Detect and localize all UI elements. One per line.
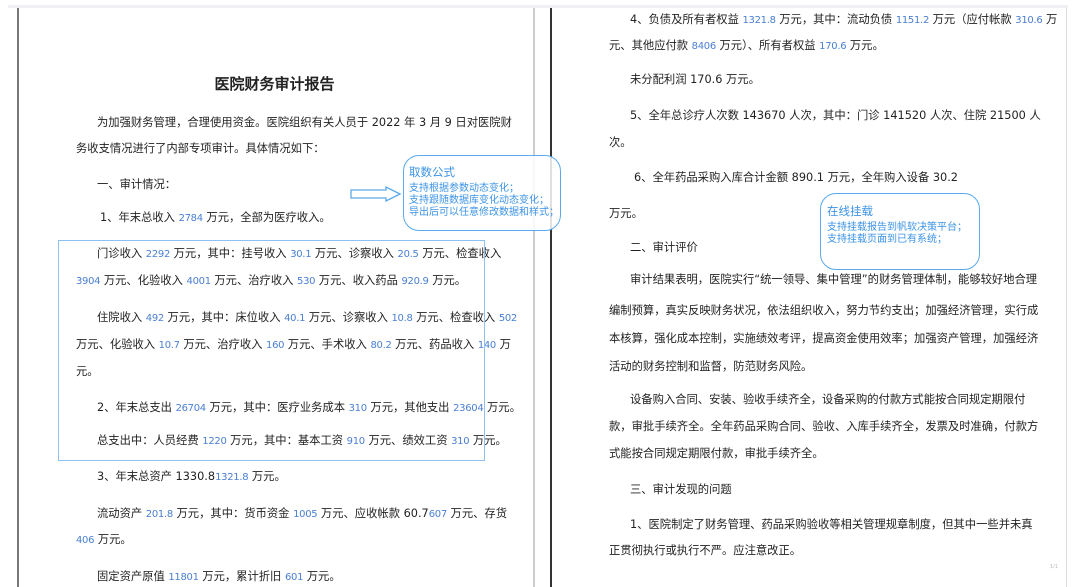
text-segment: 未分配利润 170.6 万元。: [630, 73, 760, 86]
text-segment: 万元，累计折旧: [198, 570, 285, 583]
text-segment: 流动资产: [97, 507, 146, 520]
text-segment: 款，审批手续齐全。全年药品采购合同、验收、入库手续齐全，发票及时准确，付款方: [609, 420, 1039, 433]
mount-callout: 在线挂载 支持挂载报告到帆软决策平台； 支持挂载页面到已有系统；: [820, 193, 980, 270]
text-segment: 万: [1042, 13, 1058, 26]
text-segment: 三、审计发现的问题: [630, 483, 732, 496]
dynamic-value: 11801: [168, 572, 199, 583]
paragraph-line: 万元。: [609, 207, 643, 221]
text-segment: 医院财务审计报告: [214, 75, 335, 93]
text-segment: 1、年末总收入: [100, 211, 179, 224]
report-page-right: [550, 8, 1067, 587]
callout-item: 支持挂载报告到帆软决策平台；: [827, 222, 967, 233]
formula-callout: 取数公式 支持根据参数动态变化； 支持跟随数据库变化动态变化； 导出后可以任意修…: [403, 155, 561, 231]
dynamic-value: 406: [76, 535, 95, 546]
text-segment: 万元，全部为医疗收入。: [202, 211, 331, 224]
text-segment: 6、全年药品采购入库合计金额 890.1 万元，全年购入设备 30.2: [634, 171, 958, 184]
paragraph-line: 款，审批手续齐全。全年药品采购合同、验收、入库手续齐全，发票及时准确，付款方: [609, 420, 1038, 434]
paragraph-line: 5、全年总诊疗人次数 143670 人次，其中：门诊 141520 人次、住院 …: [630, 109, 1041, 123]
paragraph-line: 二、审计评价: [630, 241, 698, 255]
page-indicator: 1/1: [1050, 564, 1059, 570]
text-segment: 活动的财务控制和监督，防范财务风险。: [609, 360, 813, 373]
paragraph-line: 务收支情况进行了内部专项审计。具体情况如下：: [76, 142, 325, 156]
text-segment: 设备购入合同、安装、验收手续齐全，设备采购的付款方式能按合同规定期限付: [630, 393, 1026, 406]
paragraph-line: 3、年末总资产 1330.81321.8 万元。: [97, 470, 286, 485]
text-segment: 万元、应收帐款 60.7: [317, 507, 429, 520]
text-segment: 正贯彻执行或执行不严。应注意改正。: [609, 544, 802, 557]
text-segment: 万元。: [303, 570, 341, 583]
dynamic-value: 607: [428, 509, 447, 520]
text-segment: 万元、存货: [446, 507, 508, 520]
text-segment: 万元。: [846, 39, 884, 52]
dynamic-value: 2784: [178, 213, 204, 224]
paragraph-line: 406 万元。: [76, 533, 132, 548]
text-segment: 为加强财务管理，合理使用资金。医院组织有关人员于 2022 年 3 月 9 日对…: [97, 116, 512, 129]
dynamic-value: 201.8: [145, 509, 173, 520]
text-segment: 万元）、所有者权益: [715, 39, 820, 52]
text-segment: 4、负债及所有者权益: [630, 13, 743, 26]
dynamic-value: 8406: [691, 41, 717, 52]
paragraph-line: 三、审计发现的问题: [630, 483, 732, 497]
paragraph-line: 式能按合同规定期限付款，审批手续齐全。: [609, 447, 824, 461]
paragraph-line: 4、负债及所有者权益 1321.8 万元，其中：流动负债 1151.2 万元（应…: [630, 13, 1057, 28]
paragraph-line: 为加强财务管理，合理使用资金。医院组织有关人员于 2022 年 3 月 9 日对…: [97, 116, 512, 130]
report-title: 医院财务审计报告: [18, 75, 531, 93]
text-segment: 3、年末总资产 1330.8: [97, 470, 216, 483]
paragraph-line: 活动的财务控制和监督，防范财务风险。: [609, 360, 812, 374]
paragraph-line: 本核算，强化成本控制，实施绩效考评，提高资金使用效率；加强资产管理，加强经济: [609, 332, 1038, 346]
text-segment: 万元，其中：货币资金: [172, 507, 294, 520]
callout-item: 支持跟随数据库变化动态变化；: [409, 195, 549, 206]
callout-title: 取数公式: [409, 165, 455, 179]
paragraph-line: 审计结果表明，医院实行“统一领导、集中管理”的财务管理体制，能够较好地合理: [630, 273, 1037, 287]
text-segment: 万: [496, 338, 511, 351]
text-segment: 万元。: [483, 401, 521, 414]
text-segment: 5、全年总诊疗人次数 143670 人次，其中：门诊 141520 人次、住院 …: [630, 109, 1041, 122]
text-segment: 万元（应付帐款: [929, 13, 1016, 26]
paragraph-line: 1、年末总收入 2784 万元，全部为医疗收入。: [100, 211, 331, 226]
arrow-right-icon: [350, 186, 402, 202]
paragraph-line: 编制预算，真实反映财务状况，依法组织收入，努力节约支出；加强经济管理，实行成: [609, 304, 1038, 318]
dynamic-value: 1151.2: [895, 15, 930, 26]
text-segment: 万元。: [248, 470, 286, 483]
paragraph-line: 一、审计情况：: [97, 178, 176, 192]
dynamic-data-highlight-box: [58, 240, 485, 461]
text-segment: 万元，其中：流动负债: [775, 13, 896, 26]
paragraph-line: 未分配利润 170.6 万元。: [630, 73, 760, 87]
text-segment: 编制预算，真实反映财务状况，依法组织收入，努力节约支出；加强经济管理，实行成: [609, 304, 1039, 317]
text-segment: 审计结果表明，医院实行“统一领导、集中管理”的财务管理体制，能够较好地合理: [630, 273, 1038, 286]
text-segment: 本核算，强化成本控制，实施绩效考评，提高资金使用效率；加强资产管理，加强经济: [609, 332, 1039, 345]
paragraph-line: 次。: [609, 136, 632, 150]
paragraph-line: 正贯彻执行或执行不严。应注意改正。: [609, 544, 801, 558]
text-segment: 务收支情况进行了内部专项审计。具体情况如下：: [76, 142, 325, 155]
dynamic-value: 310.6: [1015, 15, 1043, 26]
dynamic-value: 1321.8: [215, 472, 249, 483]
dynamic-value: 1321.8: [742, 15, 776, 26]
dynamic-value: 601: [284, 572, 304, 583]
dynamic-value: 502: [498, 313, 517, 324]
text-segment: 元、其他应付款: [609, 39, 692, 52]
callout-item: 支持挂载页面到已有系统；: [827, 234, 947, 245]
paragraph-line: 元、其他应付款 8406 万元）、所有者权益 170.6 万元。: [609, 39, 884, 54]
callout-item: 支持根据参数动态变化；: [409, 183, 519, 194]
text-segment: 1、医院制定了财务管理、药品采购验收等相关管理规章制度，但其中一些并未真: [630, 518, 1033, 531]
paragraph-line: 固定资产原值 11801 万元，累计折旧 601 万元。: [97, 570, 341, 585]
text-segment: 二、审计评价: [630, 241, 698, 254]
text-segment: 固定资产原值: [97, 570, 169, 583]
text-segment: 次。: [609, 136, 632, 149]
callout-title: 在线挂载: [827, 204, 873, 218]
text-segment: 一、审计情况：: [97, 178, 177, 191]
dynamic-value: 1005: [293, 509, 318, 520]
paragraph-line: 流动资产 201.8 万元，其中：货币资金 1005 万元、应收帐款 60.76…: [97, 507, 507, 522]
dynamic-value: 170.6: [819, 41, 847, 52]
text-segment: 式能按合同规定期限付款，审批手续齐全。: [609, 447, 824, 460]
paragraph-line: 1、医院制定了财务管理、药品采购验收等相关管理规章制度，但其中一些并未真: [630, 518, 1033, 532]
paragraph-line: 设备购入合同、安装、验收手续齐全，设备采购的付款方式能按合同规定期限付: [630, 393, 1025, 407]
text-segment: 万元。: [609, 207, 643, 220]
paragraph-line: 6、全年药品采购入库合计金额 890.1 万元，全年购入设备 30.2: [634, 171, 958, 185]
callout-item: 导出后可以任意修改数据和样式；: [409, 207, 559, 218]
text-segment: 万元。: [94, 533, 132, 546]
